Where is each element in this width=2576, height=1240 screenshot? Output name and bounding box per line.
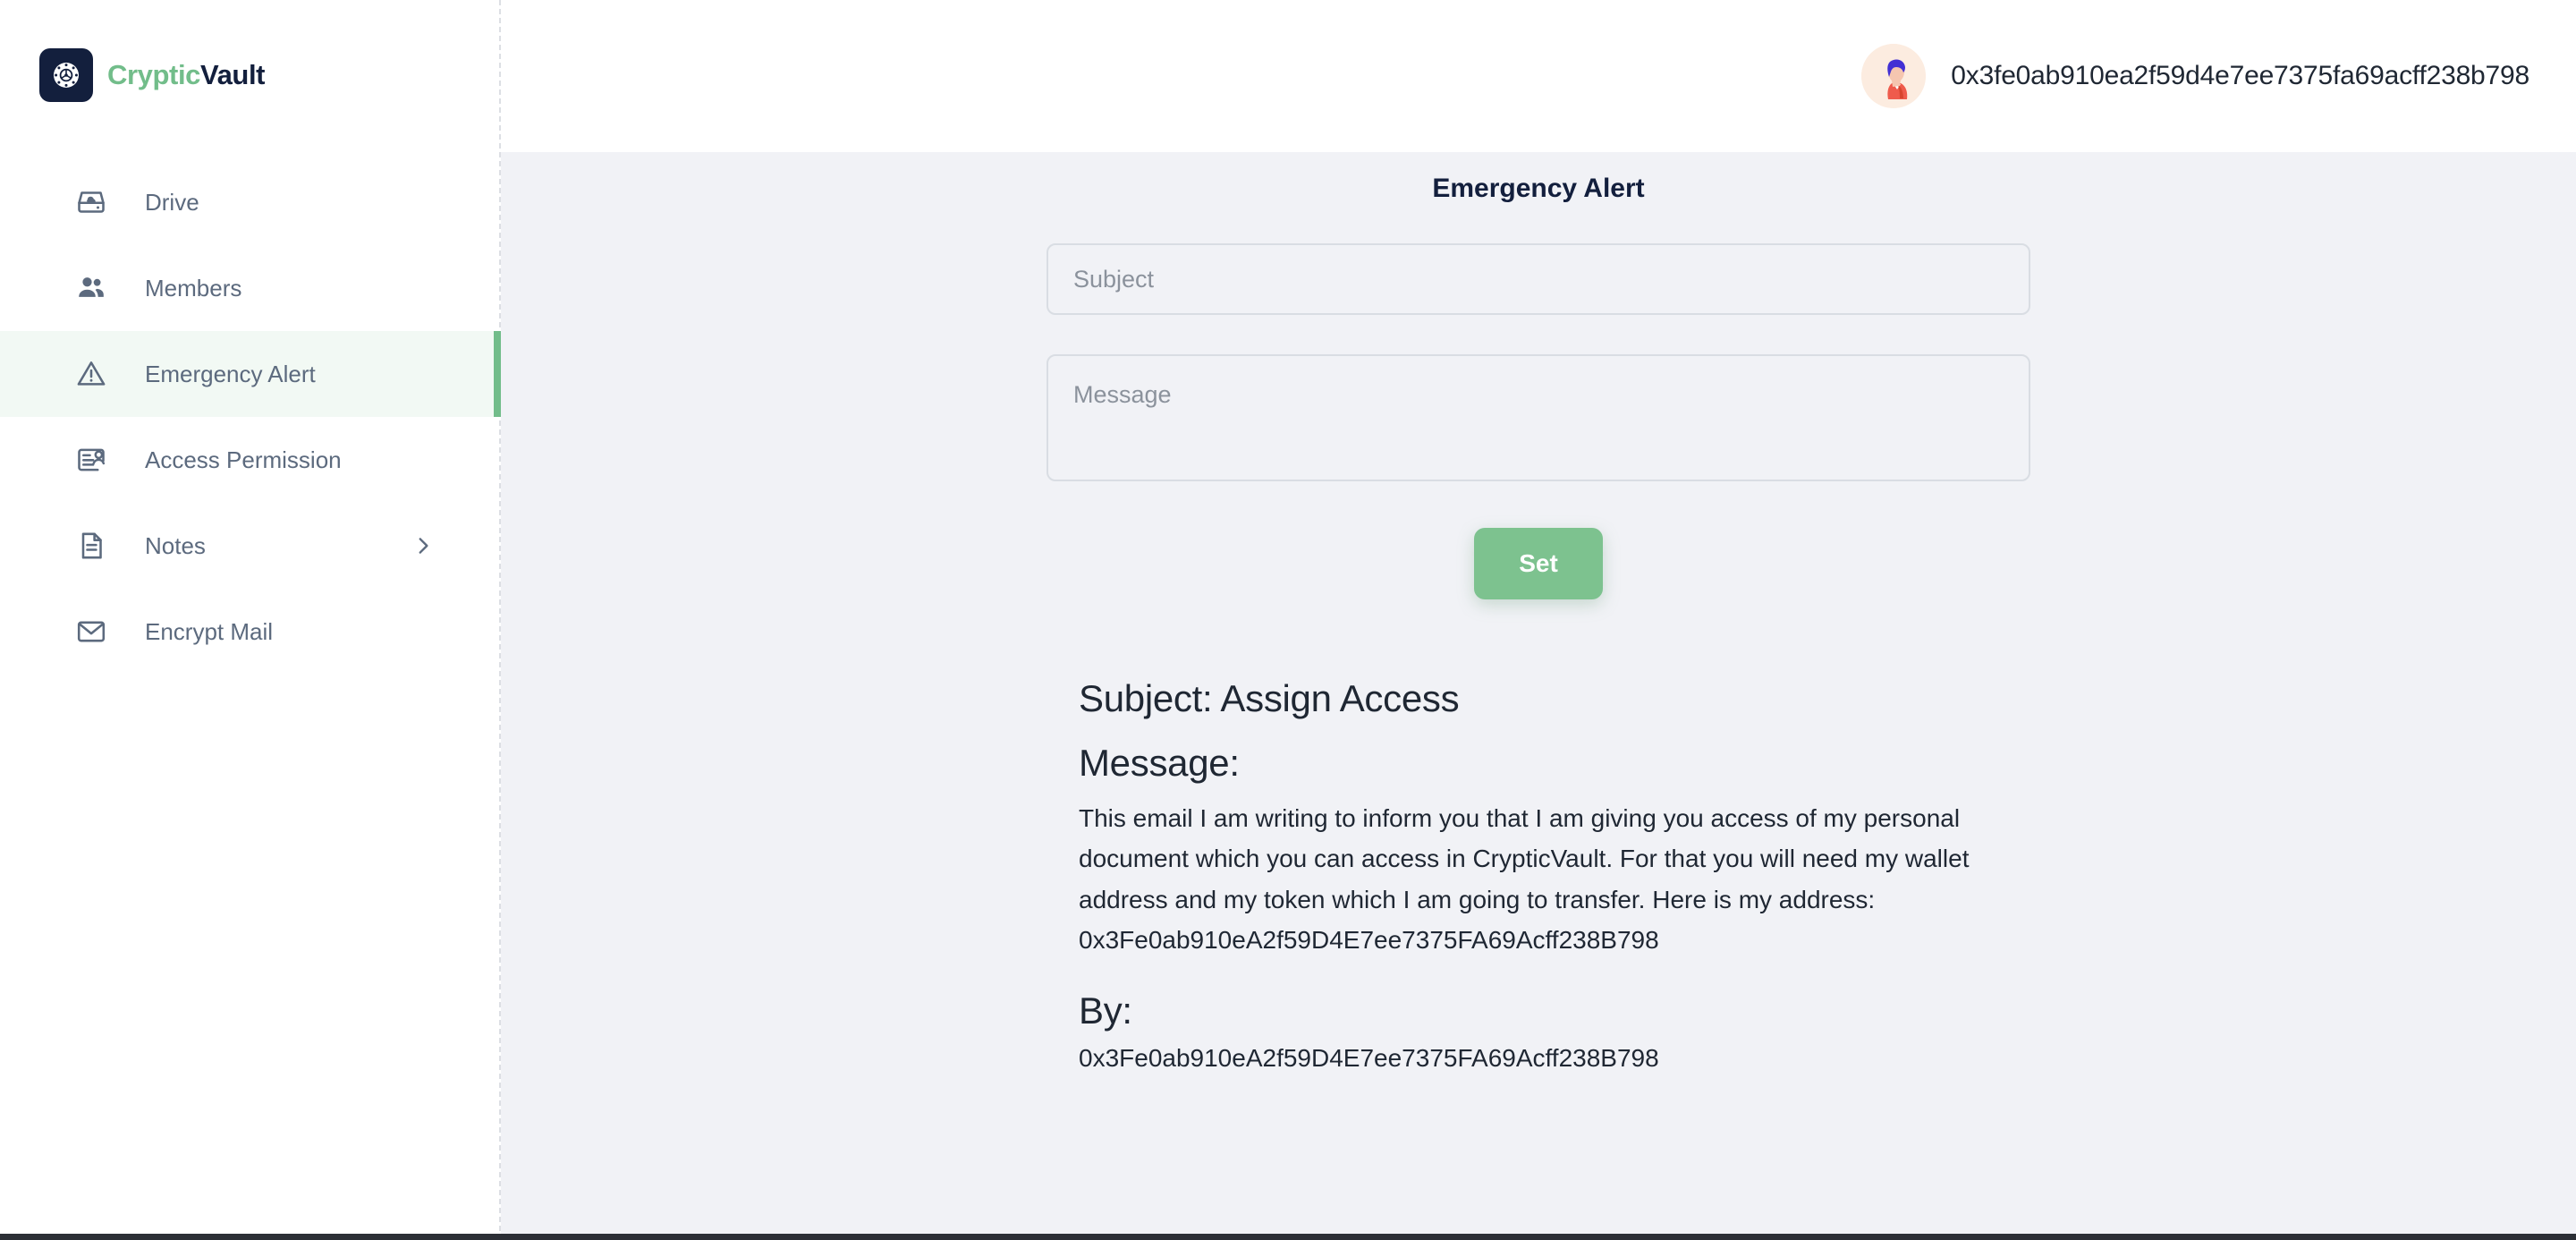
brand-name: CrypticVault (107, 59, 266, 91)
alert-message-address: 0x3Fe0ab910eA2f59D4E7ee7375FA69Acff238B7… (1079, 926, 1659, 955)
user-avatar-illustration (1861, 44, 1927, 108)
alert-message-label: Message: (1079, 742, 1240, 784)
brand-name-part2: Vault (200, 59, 266, 90)
emergency-alert-form: Set (1046, 204, 2030, 599)
sidebar-item-drive[interactable]: Drive (0, 159, 499, 245)
warning-triangle-icon (70, 352, 113, 395)
id-badge-person-icon (70, 438, 113, 481)
sidebar-item-emergency-alert[interactable]: Emergency Alert (0, 331, 501, 417)
sidebar-item-label: Notes (145, 531, 206, 559)
form-actions: Set (1046, 528, 2030, 599)
alert-subject-line: Subject: Assign Access (1079, 677, 1460, 719)
sidebar-item-label: Drive (145, 188, 199, 216)
chevron-right-icon[interactable] (411, 534, 435, 557)
page-title: Emergency Alert (1432, 174, 1645, 203)
people-icon (70, 267, 113, 310)
cloud-drive-icon (70, 181, 113, 224)
sidebar-item-label: Access Permission (145, 446, 342, 473)
sidebar-item-notes[interactable]: Notes (0, 503, 499, 589)
brand-logo[interactable]: CrypticVault (0, 0, 499, 107)
alert-by-address: 0x3Fe0ab910eA2f59D4E7ee7375FA69Acff238B7… (1079, 1044, 1659, 1073)
sidebar-item-label: Emergency Alert (145, 360, 316, 387)
sidebar-item-label: Encrypt Mail (145, 617, 274, 645)
alert-preview: Subject: Assign Access Message: This ema… (1046, 599, 2030, 1073)
content-area: Emergency Alert Set Subject: Assign Acce… (501, 152, 2576, 1240)
subject-input[interactable] (1046, 243, 2030, 315)
document-lines-icon (70, 524, 113, 567)
sidebar-item-encrypt-mail[interactable]: Encrypt Mail (0, 589, 499, 675)
sidebar-nav: Drive Members Emergency Alert Access Per… (0, 159, 501, 675)
alert-message-body: This email I am writing to inform you th… (1079, 804, 1970, 913)
wallet-address[interactable]: 0x3fe0ab910ea2f59d4e7ee7375fa69acff238b7… (1951, 61, 2529, 91)
alert-by-label: By: (1079, 989, 1132, 1032)
sidebar-item-members[interactable]: Members (0, 245, 499, 331)
app-root: CrypticVault Drive Members Emergency Ale… (0, 0, 2576, 1240)
sidebar-item-label: Members (145, 274, 242, 302)
set-button[interactable]: Set (1474, 528, 1603, 599)
horizontal-scrollbar[interactable] (0, 1234, 2576, 1240)
main-content: 0x3fe0ab910ea2f59d4e7ee7375fa69acff238b7… (501, 0, 2576, 1240)
envelope-icon (70, 610, 113, 653)
message-input[interactable] (1046, 354, 2030, 481)
account-info[interactable]: 0x3fe0ab910ea2f59d4e7ee7375fa69acff238b7… (1861, 44, 2529, 108)
topbar: 0x3fe0ab910ea2f59d4e7ee7375fa69acff238b7… (501, 0, 2576, 152)
sidebar-item-access-permission[interactable]: Access Permission (0, 417, 499, 503)
brand-name-part1: Cryptic (107, 59, 201, 90)
sidebar: CrypticVault Drive Members Emergency Ale… (0, 0, 501, 1240)
vault-dial-icon (39, 48, 93, 102)
